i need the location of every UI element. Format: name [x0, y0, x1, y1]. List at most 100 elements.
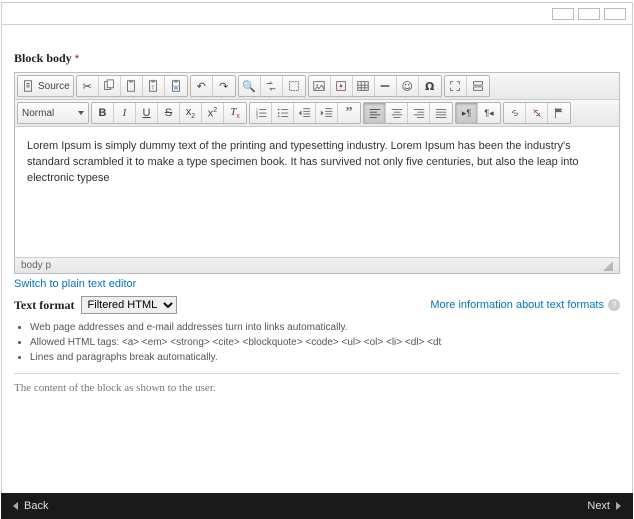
redo-button[interactable]: ↷: [213, 76, 235, 96]
align-left-icon: [368, 106, 382, 120]
clipboard-text-icon: T: [146, 79, 160, 93]
hr-icon: [378, 79, 392, 93]
text-format-row: Text format Filtered HTML More informati…: [14, 296, 620, 314]
next-button[interactable]: Next: [587, 500, 621, 512]
cut-button[interactable]: ✂: [77, 76, 99, 96]
find-button[interactable]: 🔍: [239, 76, 261, 96]
field-label-row: Block body *: [14, 51, 620, 66]
toolbar-row-1: Source ✂ T W ↶ ↷ 🔍: [15, 73, 619, 100]
link-button[interactable]: [504, 103, 526, 123]
flag-icon: [552, 106, 566, 120]
undo-icon: ↶: [197, 80, 206, 93]
image-button[interactable]: [309, 76, 331, 96]
replace-icon: [264, 79, 278, 93]
window-max-button[interactable]: [578, 8, 600, 20]
replace-button[interactable]: [261, 76, 283, 96]
table-button[interactable]: [353, 76, 375, 96]
bold-icon: B: [99, 107, 107, 119]
show-blocks-button[interactable]: [467, 76, 489, 96]
svg-text:T: T: [152, 86, 156, 92]
help-icon: ?: [608, 299, 620, 311]
paste-text-button[interactable]: T: [143, 76, 165, 96]
italic-icon: I: [123, 107, 127, 119]
subscript-icon: x2: [186, 106, 195, 120]
more-info-label: More information about text formats: [430, 299, 604, 311]
element-path[interactable]: body p: [21, 260, 51, 271]
table-icon: [356, 79, 370, 93]
back-button[interactable]: Back: [13, 500, 48, 512]
blockquote-button[interactable]: ”: [338, 103, 360, 123]
ol-button[interactable]: 123: [250, 103, 272, 123]
rtl-button[interactable]: ¶◂: [478, 103, 500, 123]
bold-button[interactable]: B: [92, 103, 114, 123]
remove-format-icon: Tx: [230, 106, 240, 120]
text-format-select[interactable]: Filtered HTML: [81, 296, 177, 314]
blocks-icon: [471, 79, 485, 93]
back-label: Back: [24, 500, 48, 512]
align-left-button[interactable]: [364, 103, 386, 123]
anchor-button[interactable]: [548, 103, 570, 123]
superscript-icon: x2: [208, 107, 217, 120]
hr-button[interactable]: [375, 76, 397, 96]
switch-to-plain-link[interactable]: Switch to plain text editor: [14, 278, 620, 290]
align-justify-icon: [434, 106, 448, 120]
text-format-label: Text format: [14, 298, 75, 313]
redo-icon: ↷: [219, 80, 228, 93]
strike-button[interactable]: S: [158, 103, 180, 123]
subscript-button[interactable]: x2: [180, 103, 202, 123]
paste-button[interactable]: [121, 76, 143, 96]
window-min-button[interactable]: [552, 8, 574, 20]
clipboard-icon: [124, 79, 138, 93]
image-icon: [312, 79, 326, 93]
source-button[interactable]: Source: [18, 76, 73, 96]
maximize-button[interactable]: [445, 76, 467, 96]
window-frame: Block body * Source ✂ T W: [1, 2, 633, 502]
undo-button[interactable]: ↶: [191, 76, 213, 96]
select-all-button[interactable]: [283, 76, 305, 96]
indent-icon: [320, 106, 334, 120]
remove-format-button[interactable]: Tx: [224, 103, 246, 123]
field-label: Block body: [14, 51, 72, 65]
copy-button[interactable]: [99, 76, 121, 96]
ltr-button[interactable]: ▸¶: [456, 103, 478, 123]
link-icon: [508, 106, 522, 120]
more-info-link[interactable]: More information about text formats ?: [430, 299, 620, 311]
outdent-button[interactable]: [294, 103, 316, 123]
italic-button[interactable]: I: [114, 103, 136, 123]
rtl-icon: ¶◂: [484, 108, 493, 119]
smiley-icon: ☺: [401, 80, 412, 93]
select-all-icon: [287, 79, 301, 93]
next-label: Next: [587, 500, 610, 512]
format-tips: Web page addresses and e-mail addresses …: [14, 320, 620, 374]
element-path-bar: body p: [15, 257, 619, 273]
underline-button[interactable]: U: [136, 103, 158, 123]
flash-button[interactable]: [331, 76, 353, 96]
rich-text-editor: Source ✂ T W ↶ ↷ 🔍: [14, 72, 620, 274]
footer-bar: Back Next: [1, 493, 633, 519]
superscript-button[interactable]: x2: [202, 103, 224, 123]
unlink-button[interactable]: [526, 103, 548, 123]
omega-icon: Ω: [425, 80, 434, 93]
align-justify-button[interactable]: [430, 103, 452, 123]
resize-handle[interactable]: [603, 261, 613, 271]
smiley-button[interactable]: ☺: [397, 76, 419, 96]
underline-icon: U: [143, 107, 151, 119]
ul-button[interactable]: [272, 103, 294, 123]
editor-body[interactable]: Lorem Ipsum is simply dummy text of the …: [15, 127, 619, 257]
clipboard-word-icon: W: [169, 79, 183, 93]
window-close-button[interactable]: [604, 8, 626, 20]
indent-button[interactable]: [316, 103, 338, 123]
align-center-button[interactable]: [386, 103, 408, 123]
arrow-left-icon: [13, 502, 18, 510]
format-select[interactable]: Normal: [18, 103, 88, 123]
unlink-icon: [530, 106, 544, 120]
align-center-icon: [390, 106, 404, 120]
window-titlebar: [2, 3, 632, 25]
strike-icon: S: [165, 107, 172, 119]
align-right-button[interactable]: [408, 103, 430, 123]
required-marker: *: [75, 53, 79, 65]
specialchar-button[interactable]: Ω: [419, 76, 441, 96]
chevron-down-icon: [78, 111, 84, 115]
tip-item: Allowed HTML tags: <a> <em> <strong> <ci…: [30, 335, 620, 350]
paste-word-button[interactable]: W: [165, 76, 187, 96]
